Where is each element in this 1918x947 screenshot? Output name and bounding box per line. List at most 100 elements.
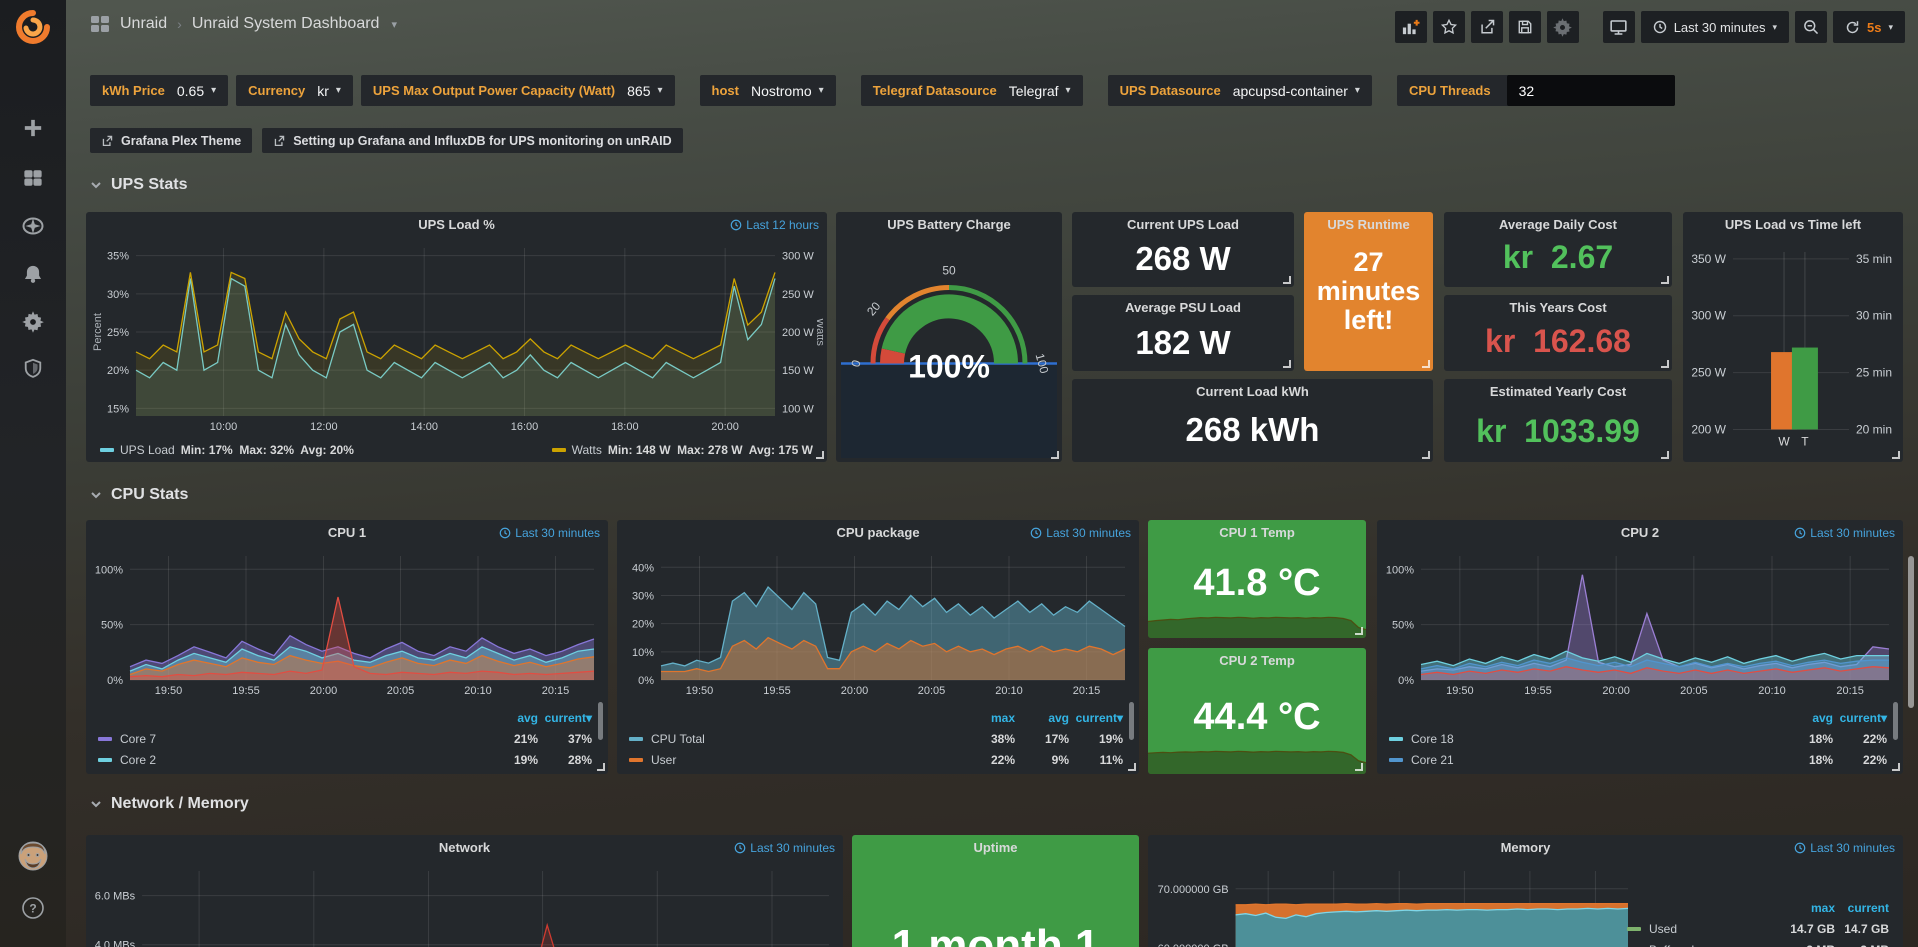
series-name[interactable]: Watts bbox=[572, 443, 602, 457]
dashboard-link[interactable]: Grafana Plex Theme bbox=[90, 128, 252, 153]
panel-time-override[interactable]: Last 30 minutes bbox=[499, 526, 600, 540]
dashboard-link[interactable]: Setting up Grafana and InfluxDB for UPS … bbox=[262, 128, 682, 153]
series-name[interactable]: Used bbox=[1649, 922, 1677, 936]
panel-title[interactable]: Current UPS Load bbox=[1072, 212, 1294, 238]
series-name[interactable]: CPU Total bbox=[651, 732, 705, 746]
panel-title[interactable]: Memory bbox=[1148, 835, 1903, 861]
star-button[interactable] bbox=[1433, 11, 1465, 43]
cpu-package-chart[interactable]: 19:5019:5520:0020:0520:1020:1540%30%20%1… bbox=[621, 546, 1135, 698]
legend-sort-current[interactable]: current bbox=[1835, 901, 1889, 915]
dashboard-settings-button[interactable] bbox=[1547, 11, 1579, 43]
variable-telegraf-datasource[interactable]: Telegraf DatasourceTelegraf▾ bbox=[861, 75, 1083, 106]
refresh-picker[interactable]: 5s ▾ bbox=[1833, 11, 1905, 43]
page-scrollbar[interactable] bbox=[1908, 556, 1914, 708]
tv-mode-button[interactable] bbox=[1603, 11, 1635, 43]
explore-compass-icon[interactable] bbox=[17, 210, 49, 242]
legend-scrollbar[interactable] bbox=[1893, 702, 1898, 740]
variable-ups-datasource[interactable]: UPS Datasourceapcupsd-container▾ bbox=[1108, 75, 1372, 106]
alerting-bell-icon[interactable] bbox=[17, 258, 49, 290]
svg-text:50: 50 bbox=[942, 263, 956, 277]
svg-text:15%: 15% bbox=[107, 403, 129, 415]
panel-title[interactable]: UPS Runtime bbox=[1304, 212, 1433, 238]
panel-title[interactable]: CPU 1 Temp bbox=[1148, 520, 1366, 546]
share-button[interactable] bbox=[1471, 11, 1503, 43]
variable-currency[interactable]: Currencykr▾ bbox=[236, 75, 353, 106]
ups-load-chart[interactable]: 10:0012:0014:0016:0018:0020:0035%300 W30… bbox=[90, 238, 823, 434]
panel-title[interactable]: Estimated Yearly Cost bbox=[1444, 379, 1672, 405]
legend-sort-avg[interactable]: avg bbox=[1779, 711, 1833, 725]
legend-sort-avg[interactable]: avg bbox=[1015, 711, 1069, 725]
add-panel-button[interactable] bbox=[1395, 11, 1427, 43]
series-name[interactable]: User bbox=[651, 753, 676, 767]
cpu1-chart[interactable]: 19:5019:5520:0020:0520:1020:15100%50%0% bbox=[90, 546, 604, 698]
svg-text:Watts: Watts bbox=[814, 318, 823, 346]
panel-time-override[interactable]: Last 30 minutes bbox=[1030, 526, 1131, 540]
series-name[interactable]: Core 21 bbox=[1411, 753, 1454, 767]
series-name[interactable]: Core 7 bbox=[120, 732, 156, 746]
svg-text:35%: 35% bbox=[107, 251, 129, 263]
panel-title[interactable]: Average PSU Load bbox=[1072, 295, 1294, 321]
user-avatar[interactable] bbox=[17, 840, 49, 872]
server-admin-shield-icon[interactable] bbox=[17, 352, 49, 384]
stat-value: 41.8 °C bbox=[1148, 562, 1366, 605]
variable-cpu-threads[interactable]: CPU Threads32 bbox=[1397, 75, 1675, 106]
cpu2-chart[interactable]: 19:5019:5520:0020:0520:1020:15100%50%0% bbox=[1381, 546, 1899, 698]
svg-text:19:50: 19:50 bbox=[686, 685, 714, 697]
dashboard-title[interactable]: Unraid System Dashboard bbox=[192, 15, 380, 33]
legend-sort-avg[interactable]: avg bbox=[484, 711, 538, 725]
panel-this-years-cost: This Years Cost kr 162.68 bbox=[1444, 295, 1672, 371]
legend-sort-max[interactable]: max bbox=[1781, 901, 1835, 915]
panel-time-override[interactable]: Last 30 minutes bbox=[734, 841, 835, 855]
network-chart[interactable]: 19:5019:5520:0020:0520:1020:156.0 MBs4.0… bbox=[90, 861, 839, 947]
panel-title[interactable]: UPS Battery Charge bbox=[836, 212, 1062, 238]
help-icon[interactable]: ? bbox=[17, 892, 49, 924]
panel-title[interactable]: Uptime bbox=[852, 835, 1139, 861]
svg-text:20:15: 20:15 bbox=[542, 685, 570, 697]
save-button[interactable] bbox=[1509, 11, 1541, 43]
legend-sort-current[interactable]: current▾ bbox=[538, 711, 592, 725]
cpu-package-legend: maxavgcurrent▾CPU Total38%17%19%User22%9… bbox=[629, 707, 1123, 770]
section-network-memory[interactable]: Network / Memory bbox=[90, 795, 249, 813]
zoom-out-button[interactable] bbox=[1795, 11, 1827, 43]
variable-host[interactable]: hostNostromo▾ bbox=[700, 75, 836, 106]
panel-time-override[interactable]: Last 30 minutes bbox=[1794, 526, 1895, 540]
series-name[interactable]: Buffered bbox=[1649, 943, 1694, 947]
variable-ups-max-output-power-capacity-watt-[interactable]: UPS Max Output Power Capacity (Watt)865▾ bbox=[361, 75, 675, 106]
legend-scrollbar[interactable] bbox=[1129, 702, 1134, 740]
dashboards-icon[interactable] bbox=[17, 162, 49, 194]
legend-sort-current[interactable]: current▾ bbox=[1833, 711, 1887, 725]
section-ups-stats[interactable]: UPS Stats bbox=[90, 176, 187, 194]
series-color-dash bbox=[629, 758, 643, 762]
variable-kwh-price[interactable]: kWh Price0.65▾ bbox=[90, 75, 228, 106]
series-name[interactable]: Core 2 bbox=[120, 753, 156, 767]
panel-title[interactable]: This Years Cost bbox=[1444, 295, 1672, 321]
panel-time-override[interactable]: Last 30 minutes bbox=[1794, 841, 1895, 855]
panel-title[interactable]: UPS Load vs Time left bbox=[1683, 212, 1903, 238]
load-vs-time-bar-chart[interactable]: 350 W35 min300 W30 min250 W25 min200 W20… bbox=[1685, 238, 1901, 458]
legend-value: 14.7 GB bbox=[1835, 922, 1889, 936]
panel-title[interactable]: Network bbox=[86, 835, 843, 861]
memory-chart[interactable]: 19:5019:5520:0020:0520:1020:1570.000000 … bbox=[1152, 861, 1638, 947]
time-range-picker[interactable]: Last 30 minutes ▾ bbox=[1641, 11, 1789, 43]
panel-title[interactable]: CPU 2 Temp bbox=[1148, 648, 1366, 674]
create-plus-icon[interactable] bbox=[17, 112, 49, 144]
section-cpu-stats[interactable]: CPU Stats bbox=[90, 486, 188, 504]
grafana-logo-icon[interactable] bbox=[13, 8, 53, 48]
variable-input[interactable]: 32 bbox=[1507, 75, 1675, 106]
series-name[interactable]: Core 18 bbox=[1411, 732, 1454, 746]
legend-scrollbar[interactable] bbox=[598, 702, 603, 740]
variable-value: kr bbox=[317, 83, 329, 99]
panel-title[interactable]: Current Load kWh bbox=[1072, 379, 1433, 405]
panel-title[interactable]: UPS Load % bbox=[86, 212, 827, 238]
battery-gauge[interactable]: 02050100100% bbox=[836, 238, 1062, 462]
external-link-icon bbox=[101, 134, 114, 147]
breadcrumb-folder[interactable]: Unraid bbox=[120, 15, 167, 33]
panel-title[interactable]: Average Daily Cost bbox=[1444, 212, 1672, 238]
legend-sort-current[interactable]: current▾ bbox=[1069, 711, 1123, 725]
legend-sort-max[interactable]: max bbox=[961, 711, 1015, 725]
title-caret-icon[interactable]: ▾ bbox=[391, 18, 397, 31]
panel-time-override[interactable]: Last 12 hours bbox=[730, 218, 819, 232]
svg-text:20:05: 20:05 bbox=[918, 685, 946, 697]
series-name[interactable]: UPS Load bbox=[120, 443, 175, 457]
configuration-gear-icon[interactable] bbox=[17, 306, 49, 338]
